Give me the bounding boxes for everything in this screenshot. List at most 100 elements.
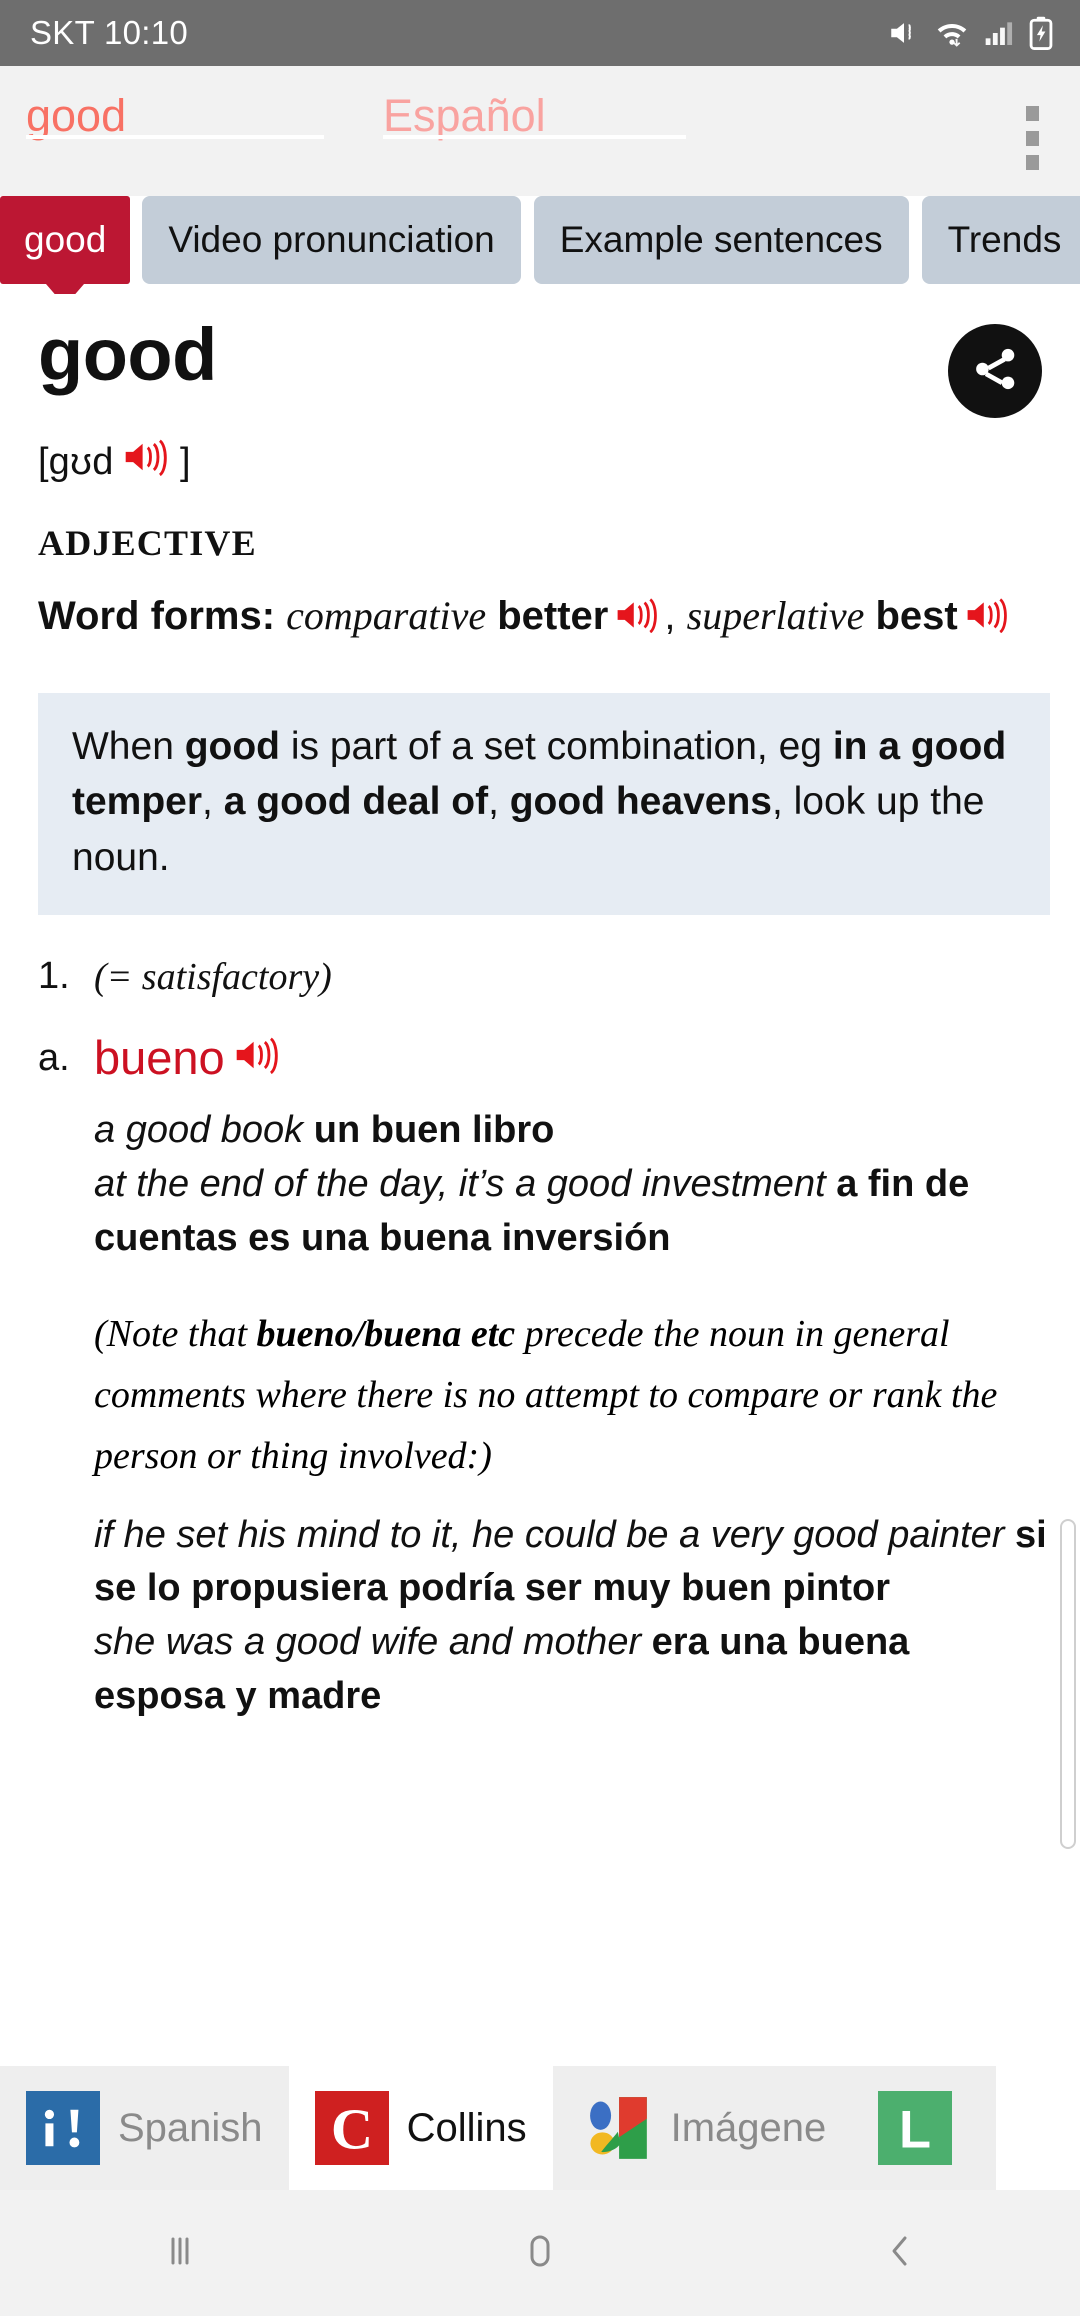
note-bold-1: good: [184, 724, 281, 768]
battery-charging-icon: [1028, 16, 1054, 50]
status-icons: [887, 16, 1054, 50]
note-seg-2: is part of a set combination, eg: [280, 724, 833, 768]
signal-icon: [983, 17, 1015, 49]
word-forms: Word forms: comparative better , superla…: [38, 588, 1050, 649]
svg-text:C: C: [330, 2096, 372, 2161]
page-title: good: [38, 313, 217, 396]
source-language-field[interactable]: good: [26, 66, 356, 139]
example-item: at the end of the day, it’s a good inves…: [94, 1158, 1050, 1266]
search-bar: good Español: [0, 66, 1080, 196]
word-forms-separator: ,: [664, 594, 676, 638]
note-seg-3: ,: [202, 780, 224, 824]
pron-close-bracket: ]: [179, 440, 191, 483]
sense-1: 1. (= satisfactory): [38, 955, 1050, 999]
subsense-body: bueno a good book un buen libro at the e…: [94, 1033, 1050, 1724]
superlative-form: best: [875, 594, 958, 638]
example-list-2: if he set his mind to it, he could be a …: [94, 1509, 1050, 1725]
tab-video-pronunciation-label: Video pronunciation: [168, 219, 495, 260]
note-seg-1: When: [72, 724, 185, 768]
recents-icon: [156, 2227, 204, 2280]
tab-video-pronunciation[interactable]: Video pronunciation: [142, 196, 521, 284]
status-carrier-time: SKT 10:10: [30, 14, 189, 51]
app-tab-imagenes-label: Imágene: [670, 2105, 827, 2150]
app-tab-collins-label: Collins: [406, 2105, 527, 2150]
svg-text:L: L: [899, 2102, 931, 2160]
app-tab-spanish-label: Spanish: [118, 2105, 263, 2150]
example-english: she was a good wife and mother: [94, 1621, 652, 1664]
wifi-icon: [934, 16, 970, 50]
share-icon: [969, 343, 1021, 400]
overflow-dot-2: [1025, 130, 1039, 146]
superlative-label: superlative: [686, 593, 865, 638]
app-tab-imagenes[interactable]: Imágene: [552, 2066, 853, 2190]
inline-note-bold: bueno/buena etc: [256, 1313, 516, 1356]
app-tab-bar[interactable]: Spanish C Collins Imágene L: [0, 2066, 1080, 2190]
pron-open-bracket: [: [38, 440, 49, 483]
android-nav-bar[interactable]: [0, 2190, 1080, 2316]
target-language-field[interactable]: Español: [383, 66, 713, 139]
example-english: a good book: [94, 1109, 314, 1152]
entry-header-row: good: [38, 294, 1050, 418]
spanish-dict-icon: [26, 2091, 100, 2165]
example-item: she was a good wife and mother era una b…: [94, 1616, 1050, 1724]
tab-good[interactable]: good: [0, 196, 131, 284]
comparative-form: better: [497, 594, 609, 638]
tab-good-label: good: [24, 219, 107, 260]
note-bold-3: a good deal of: [223, 780, 489, 824]
pronunciation-line: [ɡʊd ]: [38, 438, 1050, 486]
note-seg-4: ,: [488, 780, 510, 824]
linguee-icon: L: [878, 2091, 953, 2165]
translation-text: bueno: [94, 1030, 225, 1084]
share-button[interactable]: [948, 324, 1042, 418]
google-images-icon: [579, 2091, 653, 2165]
speaker-icon[interactable]: [235, 1033, 279, 1082]
recents-button[interactable]: [90, 2190, 270, 2316]
inline-note-seg-1: (Note that: [94, 1313, 257, 1356]
part-of-speech: ADJECTIVE: [38, 523, 257, 563]
tab-example-sentences[interactable]: Example sentences: [533, 196, 909, 284]
subsense-letter: a.: [38, 1036, 70, 1079]
usage-note-box: When good is part of a set combination, …: [38, 692, 1050, 915]
source-term-input[interactable]: good: [26, 92, 356, 140]
example-list-1: a good book un buen libro at the end of …: [94, 1104, 1050, 1266]
target-underline: [383, 135, 686, 140]
translation-bueno[interactable]: bueno: [94, 1033, 1050, 1082]
example-item: if he set his mind to it, he could be a …: [94, 1509, 1050, 1617]
word-forms-label: Word forms:: [38, 594, 276, 638]
target-language-input[interactable]: Español: [383, 92, 713, 140]
home-button[interactable]: [450, 2190, 630, 2316]
inline-usage-note: (Note that bueno/buena etc precede the n…: [94, 1304, 1050, 1486]
example-spanish: un buen libro: [313, 1109, 555, 1152]
example-english: at the end of the day, it’s a good inves…: [94, 1163, 837, 1206]
tab-trends[interactable]: Trends: [921, 196, 1080, 284]
app-tab-collins[interactable]: C Collins: [288, 2066, 553, 2190]
status-bar: SKT 10:10: [0, 0, 1080, 66]
example-english: if he set his mind to it, he could be a …: [94, 1513, 1015, 1556]
speaker-icon[interactable]: [616, 592, 658, 649]
collins-icon: C: [314, 2091, 389, 2165]
app-tab-linguee[interactable]: L: [852, 2066, 997, 2190]
back-icon: [876, 2227, 924, 2280]
tab-example-sentences-label: Example sentences: [559, 219, 883, 260]
entry-tab-strip[interactable]: good Video pronunciation Example sentenc…: [0, 196, 1080, 294]
example-item: a good book un buen libro: [94, 1104, 1050, 1158]
source-underline: [26, 135, 324, 140]
comparative-label: comparative: [286, 593, 487, 638]
tab-trends-label: Trends: [947, 219, 1062, 260]
home-icon: [516, 2227, 564, 2280]
app-screen: SKT 10:10 good Español good Video pronun…: [0, 0, 1080, 2316]
speaker-icon[interactable]: [966, 592, 1008, 649]
sense-gloss: (= satisfactory): [94, 955, 332, 998]
scrollbar[interactable]: [1060, 1519, 1076, 1849]
note-bold-4: good heavens: [509, 780, 772, 824]
overflow-dot-1: [1025, 106, 1039, 121]
subsense-a: a. bueno a good book un buen libro at th…: [38, 1033, 1050, 1724]
overflow-dot-3: [1025, 155, 1039, 170]
mute-vibrate-icon: [887, 16, 921, 50]
dictionary-entry: good [ɡʊd ] ADJECTIVE Word forms: compar…: [0, 294, 1080, 2236]
speaker-icon[interactable]: [124, 438, 168, 486]
app-tab-spanish[interactable]: Spanish: [0, 2066, 289, 2190]
sense-number: 1.: [38, 954, 70, 997]
overflow-menu-button[interactable]: [1006, 106, 1058, 170]
back-button[interactable]: [810, 2190, 990, 2316]
